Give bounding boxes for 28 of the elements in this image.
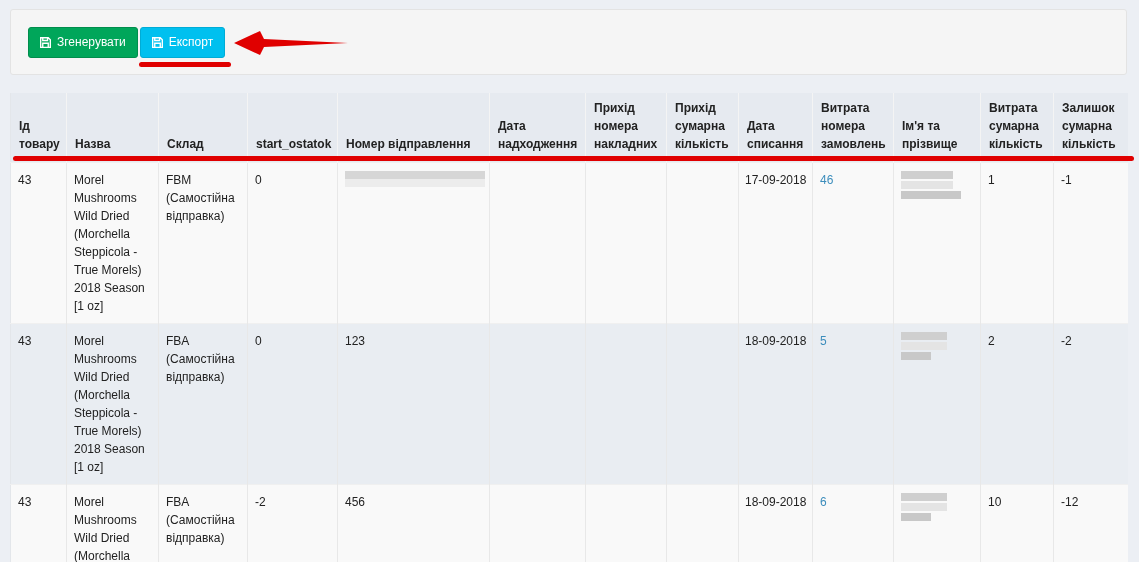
table-cell: -2 [247,484,338,562]
table-cell[interactable]: 6 [812,484,894,562]
column-header: Витрата номера замовлень [812,93,894,162]
column-header: Дата надходження [489,93,586,162]
table-cell: 456 [337,484,490,562]
column-header: Назва [66,93,159,162]
table-cell: 10 [980,484,1054,562]
column-header: start_ostatok [247,93,338,162]
column-header: Номер відправлення [337,93,490,162]
toolbar-button[interactable]: Експорт [139,26,226,58]
column-header: Склад [158,93,248,162]
save-icon [40,36,51,48]
save-icon [151,36,163,48]
column-header: Дата списання [738,93,813,162]
table-cell: 43 [10,323,67,484]
table-cell: 43 [10,162,67,323]
column-header: Прихід сумарна кількість [666,93,739,162]
column-header: Ім'я та прізвище [893,93,981,162]
column-header: Залишок сумарна кількість [1053,93,1128,162]
table-cell: 18-09-2018 [738,484,813,562]
column-header: Витрата сумарна кількість [980,93,1054,162]
column-header: Прихід номера накладних [585,93,667,162]
column-header: Ід товару [10,93,67,162]
table-cell: FBA (Самостійна відправка) [158,484,248,562]
table-cell: Morel Mushrooms Wild Dried (Morchella [66,484,159,562]
toolbar-button[interactable]: Згенерувати [28,26,138,58]
table-cell: 43 [10,484,67,562]
table-cell: -12 [1053,484,1128,562]
